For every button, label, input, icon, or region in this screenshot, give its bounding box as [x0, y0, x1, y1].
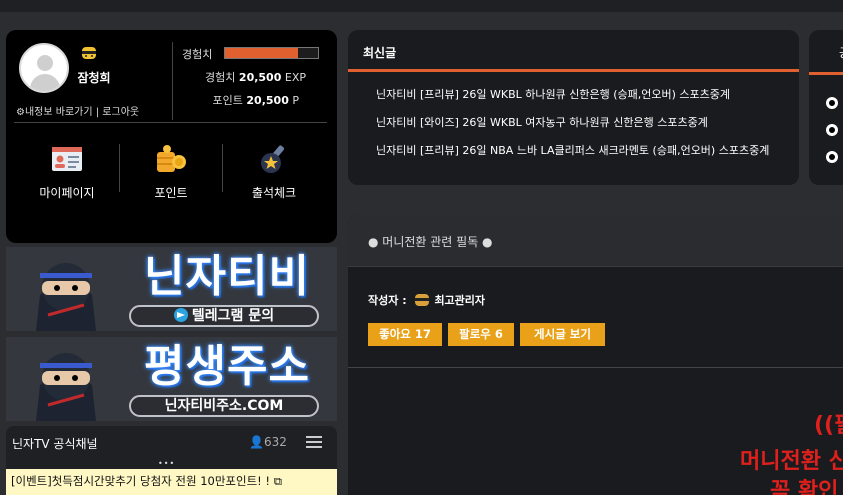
admin-avatar-icon [415, 294, 430, 306]
permanent-address-banner[interactable]: 평생주소 닌자티비주소.COM [6, 337, 337, 421]
telegram-icon [173, 308, 188, 322]
level-badge-icon [82, 47, 96, 59]
latest-posts-panel: 최신글 닌자티비 [프리뷰] 26일 WKBL 하나원큐 신한은행 (승패,언오… [348, 30, 799, 185]
profile-links: ⚙내정보 바로가기 | 로그아웃 [16, 107, 140, 118]
channel-title: 닌자TV 공식채널 [12, 437, 98, 451]
id-card-icon [52, 147, 82, 171]
banner-title: 평생주소 [144, 341, 310, 392]
divider [348, 367, 843, 368]
ninja-mascot-icon [36, 353, 96, 421]
menu-mypage-label: 마이페이지 [39, 186, 95, 200]
banner-subtitle: 닌자티비주소.COM [129, 395, 319, 417]
member-count: 👤632 [249, 435, 287, 449]
exp-progress-fill [225, 48, 298, 58]
user-nickname: 잠청희 [77, 71, 111, 85]
user-icon: 👤 [249, 435, 264, 449]
divider [222, 144, 223, 192]
menu-icon[interactable] [306, 436, 322, 448]
carousel-dots[interactable]: ••• [158, 459, 175, 468]
latest-post-item[interactable]: 닌자티비 [와이즈] 26일 WKBL 여자농구 하나원큐 신한은행 스포츠중계 [348, 114, 788, 142]
follow-button[interactable]: 팔로우 6 [448, 323, 514, 346]
official-channel-box: 닌자TV 공식채널 👤632 ••• [이벤트]첫득점시간맞추기 당첨자 전원 … [6, 426, 337, 495]
banner-subtitle: 텔레그램 문의 [129, 305, 319, 327]
notice-text: ((필 [814, 413, 843, 438]
menu-attendance-label: 출석체크 [251, 186, 297, 200]
side-panel-title: 공 [839, 44, 843, 61]
post-panel: ● 머니전환 관련 필독 ● 작성자 : 최고관리자 좋아요 17 팔로우 6 … [348, 215, 843, 495]
myinfo-link[interactable]: 내정보 바로가기 [25, 107, 93, 118]
post-title: ● 머니전환 관련 필독 ● [348, 215, 843, 267]
soccer-ball-icon [826, 124, 838, 136]
star-stamp-icon [261, 145, 284, 173]
notice-text: 머니전환 신 [740, 449, 843, 474]
banner-title: 닌자티비 [144, 251, 310, 302]
soccer-ball-icon [826, 97, 838, 109]
coins-icon [157, 145, 186, 172]
divider [14, 122, 327, 123]
exp-value-line: 경험치 20,500 EXP [205, 71, 306, 84]
menu-point-label: 포인트 [154, 186, 188, 200]
profile-panel: 잠청희 경험치 경험치 20,500 EXP 포인트 20,500 P ⚙내정보… [6, 30, 337, 243]
divider [172, 42, 173, 120]
soccer-ball-icon [826, 151, 838, 163]
divider [119, 144, 120, 192]
exp-bar-label: 경험치 [182, 48, 213, 61]
logout-link[interactable]: 로그아웃 [102, 107, 139, 118]
exp-progress-bar [224, 47, 319, 59]
like-button[interactable]: 좋아요 17 [368, 323, 442, 346]
ninja-mascot-icon [36, 263, 96, 331]
notice-text: 꼭 확인 [770, 479, 839, 495]
ninjatv-banner[interactable]: 닌자티비 텔레그램 문의 [6, 247, 337, 331]
menu-mypage[interactable]: 마이페이지 [22, 144, 112, 201]
view-posts-button[interactable]: 게시글 보기 [520, 323, 605, 346]
event-notice[interactable]: [이벤트]첫득점시간맞추기 당첨자 전원 10만포인트! ! ⧉ [6, 469, 337, 495]
side-panel: 공 [809, 30, 843, 185]
menu-attendance[interactable]: 출석체크 [229, 144, 319, 201]
latest-post-item[interactable]: 닌자티비 [프리뷰] 26일 WKBL 하나원큐 신한은행 (승패,언오버) 스… [348, 86, 788, 114]
latest-post-item[interactable]: 닌자티비 [프리뷰] 26일 NBA 느바 LA클리퍼스 새크라멘토 (승패,언… [348, 142, 788, 170]
point-value-line: 포인트 20,500 P [212, 94, 299, 107]
latest-posts-title: 최신글 [348, 30, 799, 72]
post-author: 작성자 : 최고관리자 [368, 291, 485, 309]
top-bar [0, 0, 843, 12]
external-link-icon: ⧉ [273, 474, 282, 488]
gear-icon: ⚙ [16, 107, 25, 118]
avatar[interactable] [19, 43, 69, 93]
menu-point[interactable]: 포인트 [126, 144, 216, 201]
